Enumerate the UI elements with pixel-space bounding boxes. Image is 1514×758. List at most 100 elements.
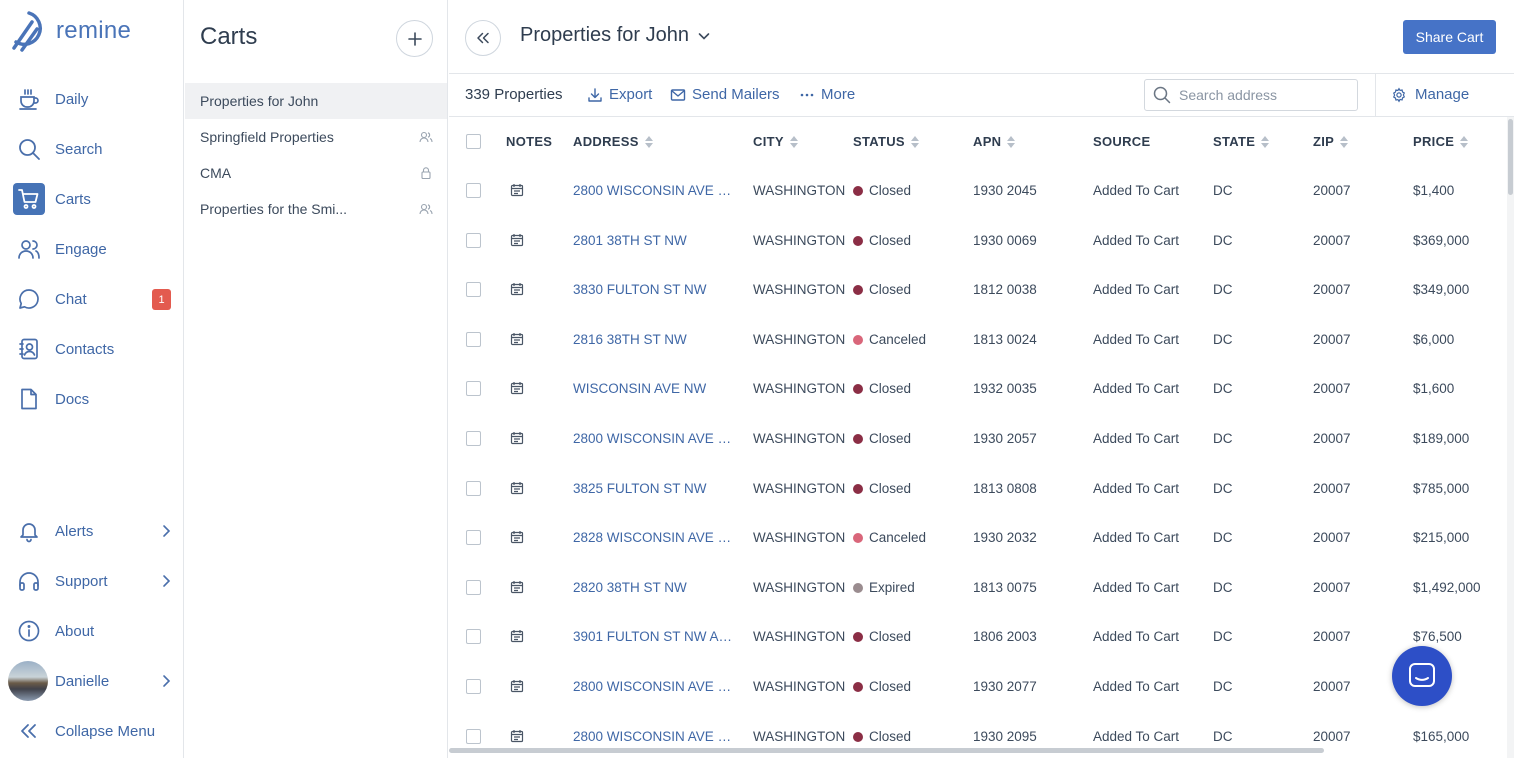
state-cell: DC — [1213, 331, 1233, 347]
nav-item-daily[interactable]: Daily — [0, 79, 184, 119]
notes-icon[interactable] — [510, 332, 524, 346]
notes-icon[interactable] — [510, 530, 524, 544]
row-checkbox[interactable] — [466, 183, 481, 198]
row-checkbox[interactable] — [466, 331, 481, 347]
table-row[interactable]: 2816 38TH ST NW WASHINGTON Canceled 1813 00… — [449, 316, 1507, 366]
send-mailers-button[interactable]: Send Mailers — [670, 86, 780, 103]
row-checkbox[interactable] — [466, 579, 481, 595]
collapse-menu-button[interactable]: Collapse Menu — [0, 711, 184, 751]
city-cell: WASHINGTON — [753, 728, 846, 744]
row-checkbox[interactable] — [466, 381, 481, 397]
notes-icon[interactable] — [510, 431, 524, 445]
chat-launcher-button[interactable] — [1392, 646, 1452, 706]
nav-item-about[interactable]: About — [0, 611, 184, 651]
cart-item-label: Springfield Properties — [200, 129, 334, 145]
nav-item-carts[interactable]: Carts — [0, 179, 184, 219]
address-link[interactable]: 2800 WISCONSIN AVE N... — [573, 729, 738, 744]
notes-icon[interactable] — [510, 233, 524, 247]
nav-item-contacts[interactable]: Contacts — [0, 329, 184, 369]
row-checkbox[interactable] — [466, 530, 481, 546]
column-header-zip[interactable]: ZIP — [1313, 134, 1349, 149]
cart-title-dropdown[interactable]: Properties for John — [520, 24, 711, 47]
notes-icon[interactable] — [510, 481, 524, 495]
collapse-panel-button[interactable] — [465, 20, 501, 56]
address-link[interactable]: 3901 FULTON ST NW APT ... — [573, 629, 738, 644]
scrollbar-thumb[interactable] — [449, 748, 1324, 753]
notes-icon[interactable] — [510, 282, 524, 296]
manage-button[interactable]: Manage — [1391, 86, 1469, 103]
horizontal-scrollbar[interactable] — [449, 746, 1507, 754]
row-checkbox[interactable] — [466, 232, 481, 248]
table-row[interactable]: 2828 WISCONSIN AVE N... WASHINGTON Cancele… — [449, 514, 1507, 564]
row-checkbox[interactable] — [466, 728, 481, 744]
column-header-state[interactable]: STATE — [1213, 134, 1270, 149]
address-link[interactable]: 2828 WISCONSIN AVE N... — [573, 530, 738, 545]
notes-icon[interactable] — [510, 729, 524, 743]
table-row[interactable]: 3901 FULTON ST NW APT ... WASHINGTON Close… — [449, 613, 1507, 663]
export-button[interactable]: Export — [587, 86, 652, 103]
address-link[interactable]: 2816 38TH ST NW — [573, 332, 687, 347]
carts-title: Carts — [200, 23, 258, 50]
notes-icon[interactable] — [510, 629, 524, 643]
address-link[interactable]: 2800 WISCONSIN AVE N... — [573, 431, 738, 446]
cart-item[interactable]: Springfield Properties — [185, 119, 447, 155]
column-header-address[interactable]: ADDRESS — [573, 134, 653, 149]
search-address-input[interactable] — [1179, 87, 1349, 103]
status-dot — [853, 632, 863, 643]
notes-icon[interactable] — [510, 679, 524, 693]
nav-item-alerts[interactable]: Alerts — [0, 511, 184, 551]
address-link[interactable]: 2800 WISCONSIN AVE N... — [573, 679, 738, 694]
nav-item-chat[interactable]: Chat 1 — [0, 279, 184, 319]
address-link[interactable]: 2801 38TH ST NW — [573, 233, 687, 248]
add-cart-button[interactable] — [396, 20, 433, 57]
row-checkbox[interactable] — [466, 679, 481, 694]
city-cell: WASHINGTON — [753, 381, 846, 397]
row-checkbox[interactable] — [466, 431, 481, 446]
column-header-price[interactable]: PRICE — [1413, 134, 1469, 149]
brand-logo[interactable]: remine — [10, 10, 131, 52]
address-link[interactable]: 3830 FULTON ST NW — [573, 282, 707, 297]
vertical-scrollbar[interactable] — [1507, 117, 1514, 758]
nav-item-engage[interactable]: Engage — [0, 229, 184, 269]
select-all-checkbox[interactable] — [466, 134, 481, 149]
address-link[interactable]: 2820 38TH ST NW — [573, 580, 687, 595]
address-link[interactable]: WISCONSIN AVE NW — [573, 381, 706, 396]
more-button[interactable]: More — [799, 86, 855, 103]
address-link[interactable]: 3825 FULTON ST NW — [573, 481, 707, 496]
nav-item-support[interactable]: Support — [0, 561, 184, 601]
table-row[interactable]: WISCONSIN AVE NW WASHINGTON Closed 1932 003… — [449, 365, 1507, 415]
source-cell: Added To Cart — [1093, 530, 1180, 546]
nav-item-profile[interactable]: Danielle — [0, 661, 184, 701]
price-cell: $785,000 — [1413, 480, 1470, 496]
column-header-source: SOURCE — [1093, 134, 1151, 149]
share-cart-button[interactable]: Share Cart — [1403, 20, 1496, 54]
table-row[interactable]: 2820 38TH ST NW WASHINGTON Expired 1813 007… — [449, 564, 1507, 614]
table-row[interactable]: 3825 FULTON ST NW WASHINGTON Closed 1813 08… — [449, 465, 1507, 515]
nav-item-docs[interactable]: Docs — [0, 379, 184, 419]
column-header-city[interactable]: CITY — [753, 134, 798, 149]
column-header-apn[interactable]: APN — [973, 134, 1016, 149]
notes-icon[interactable] — [510, 580, 524, 594]
status-label: Closed — [869, 381, 912, 397]
row-checkbox[interactable] — [466, 480, 481, 496]
cart-item[interactable]: CMA — [185, 155, 447, 191]
notes-icon[interactable] — [510, 183, 524, 197]
address-link[interactable]: 2800 WISCONSIN AVE N... — [573, 183, 738, 198]
column-header-status[interactable]: STATUS — [853, 134, 919, 149]
table-row[interactable]: 2800 WISCONSIN AVE N... WASHINGTON Closed 1… — [449, 415, 1507, 465]
cart-item[interactable]: Properties for the Smi... — [185, 191, 447, 227]
cart-item[interactable]: Properties for John — [185, 83, 447, 119]
row-checkbox[interactable] — [466, 629, 481, 645]
nav-item-search[interactable]: Search — [0, 129, 184, 169]
table-row[interactable]: 3830 FULTON ST NW WASHINGTON Closed 1812 00… — [449, 266, 1507, 316]
notes-icon[interactable] — [510, 381, 524, 395]
table-row[interactable]: 2801 38TH ST NW WASHINGTON Closed 1930 0069… — [449, 217, 1507, 267]
search-address-box[interactable] — [1144, 79, 1358, 111]
table-row[interactable]: 2800 WISCONSIN AVE N... WASHINGTON Closed 1… — [449, 663, 1507, 713]
scrollbar-thumb[interactable] — [1508, 119, 1513, 195]
table-row[interactable]: 2800 WISCONSIN AVE N... WASHINGTON Closed 1… — [449, 167, 1507, 217]
apn-cell: 1813 0808 — [973, 480, 1037, 496]
sort-icon — [1460, 135, 1469, 148]
row-checkbox[interactable] — [466, 282, 481, 298]
state-cell: DC — [1213, 183, 1233, 198]
